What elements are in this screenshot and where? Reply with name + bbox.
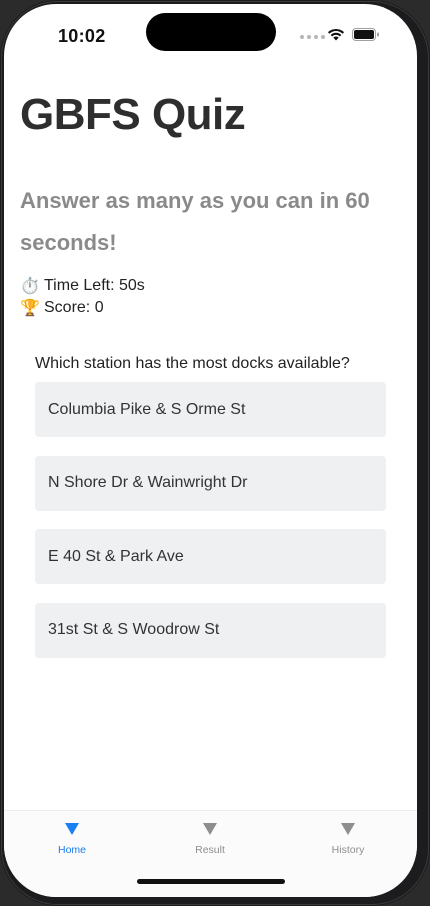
dynamic-island (146, 13, 276, 51)
score-text: Score: 0 (44, 299, 104, 316)
answer-option-1[interactable]: Columbia Pike & S Orme St (35, 382, 386, 437)
page-title: GBFS Quiz (20, 90, 246, 139)
quiz-question: Which station has the most docks availab… (35, 355, 350, 372)
triangle-down-icon (65, 823, 79, 835)
time-left-row: ⏱️ Time Left: 50s (20, 275, 145, 297)
trophy-icon: 🏆 (20, 300, 40, 317)
tab-home-label: Home (57, 844, 86, 856)
score-row: 🏆 Score: 0 (20, 297, 145, 319)
triangle-down-icon (203, 823, 217, 835)
tab-history-label: History (331, 844, 365, 856)
time-left-text: Time Left: 50s (44, 277, 145, 294)
battery-icon (352, 28, 379, 41)
status-time: 10:02 (58, 26, 106, 46)
triangle-down-icon (341, 823, 355, 835)
tab-result-label: Result (195, 844, 225, 856)
stopwatch-icon: ⏱️ (20, 278, 40, 295)
answer-option-2[interactable]: N Shore Dr & Wainwright Dr (35, 455, 386, 511)
quiz-stats: ⏱️ Time Left: 50s 🏆 Score: 0 (20, 275, 145, 319)
tab-history[interactable]: History (298, 823, 398, 856)
cellular-signal-icon (300, 35, 325, 39)
page-subtitle: Answer as many as you can in 60 seconds! (20, 188, 370, 255)
answer-option-4[interactable]: 31st St & S Woodrow St (35, 602, 386, 658)
tab-result[interactable]: Result (160, 823, 260, 856)
answer-option-3[interactable]: E 40 St & Park Ave (35, 529, 386, 584)
answer-options: Columbia Pike & S Orme St N Shore Dr & W… (35, 382, 386, 676)
wifi-icon (328, 28, 344, 41)
tab-home[interactable]: Home (22, 823, 122, 856)
device-frame: 10:02 GBFS Quiz Answer as many as you ca… (0, 0, 430, 906)
app-screen: 10:02 GBFS Quiz Answer as many as you ca… (4, 4, 417, 897)
home-indicator[interactable] (137, 879, 285, 884)
